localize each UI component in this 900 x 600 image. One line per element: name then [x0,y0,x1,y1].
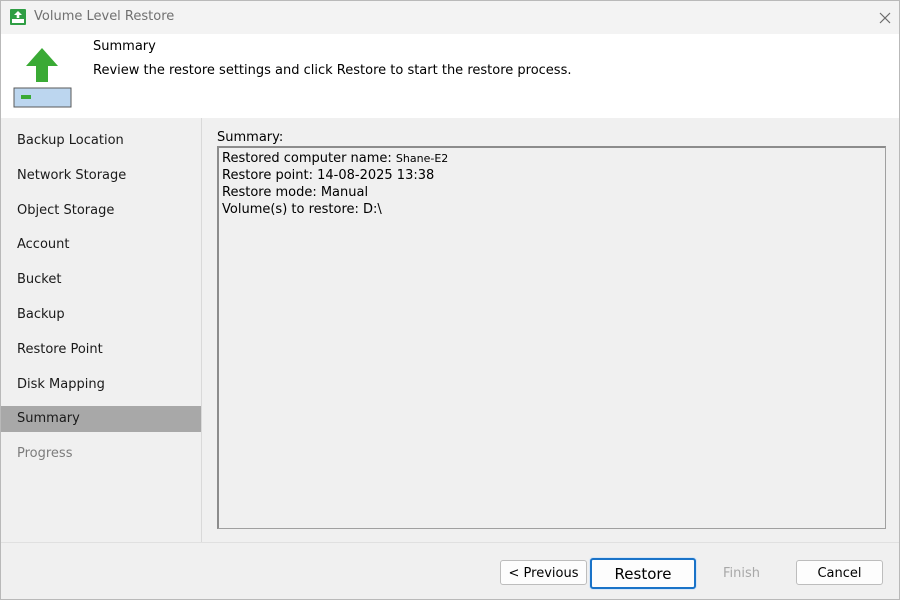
upload-restore-icon [9,8,27,26]
volumes-line: Volume(s) to restore: D:\ [222,202,382,217]
restore-button[interactable]: Restore [590,558,696,589]
window-title: Volume Level Restore [34,9,175,24]
finish-button: Finish [698,560,785,585]
previous-button[interactable]: < Previous [500,560,587,585]
restore-mode-line: Restore mode: Manual [222,185,369,200]
restore-point-line: Restore point: 14-08-2025 13:38 [222,168,435,183]
wizard-step-list: Backup Location Network Storage Object S… [1,118,202,542]
step-description: Review the restore settings and click Re… [93,63,572,78]
computer-name-value: Shane-E2 [395,152,449,165]
sidebar-item-progress: Progress [17,446,73,461]
restore-arrow-icon [13,44,73,108]
close-button[interactable] [871,1,899,34]
close-icon [879,12,891,23]
wizard-header: Summary Review the restore settings and … [1,34,899,118]
sidebar-item-restore-point[interactable]: Restore Point [1,337,201,363]
summary-panel: Summary: Restored computer name: Shane-E… [202,118,899,542]
sidebar-item-summary[interactable]: Summary [1,406,201,432]
sidebar-item-backup[interactable]: Backup [1,302,201,328]
summary-textbox[interactable]: Restored computer name: Shane-E2 Restore… [217,146,886,529]
cancel-button[interactable]: Cancel [796,560,883,585]
summary-label: Summary: [217,130,284,145]
computer-name-line: Restored computer name: Shane-E2 [222,150,882,167]
sidebar-item-backup-location[interactable]: Backup Location [1,128,201,154]
sidebar-item-object-storage[interactable]: Object Storage [1,198,201,224]
sidebar-item-account[interactable]: Account [1,232,201,258]
sidebar-item-bucket[interactable]: Bucket [1,267,201,293]
sidebar-item-network-storage[interactable]: Network Storage [1,163,201,189]
restore-wizard-window: Volume Level Restore Summary Review the … [0,0,900,600]
computer-name-label: Restored computer name: [222,151,396,166]
step-title: Summary [93,39,156,54]
wizard-footer: < Previous Restore Finish Cancel [1,542,899,599]
title-bar: Volume Level Restore [1,1,899,34]
sidebar-item-disk-mapping[interactable]: Disk Mapping [1,372,201,398]
